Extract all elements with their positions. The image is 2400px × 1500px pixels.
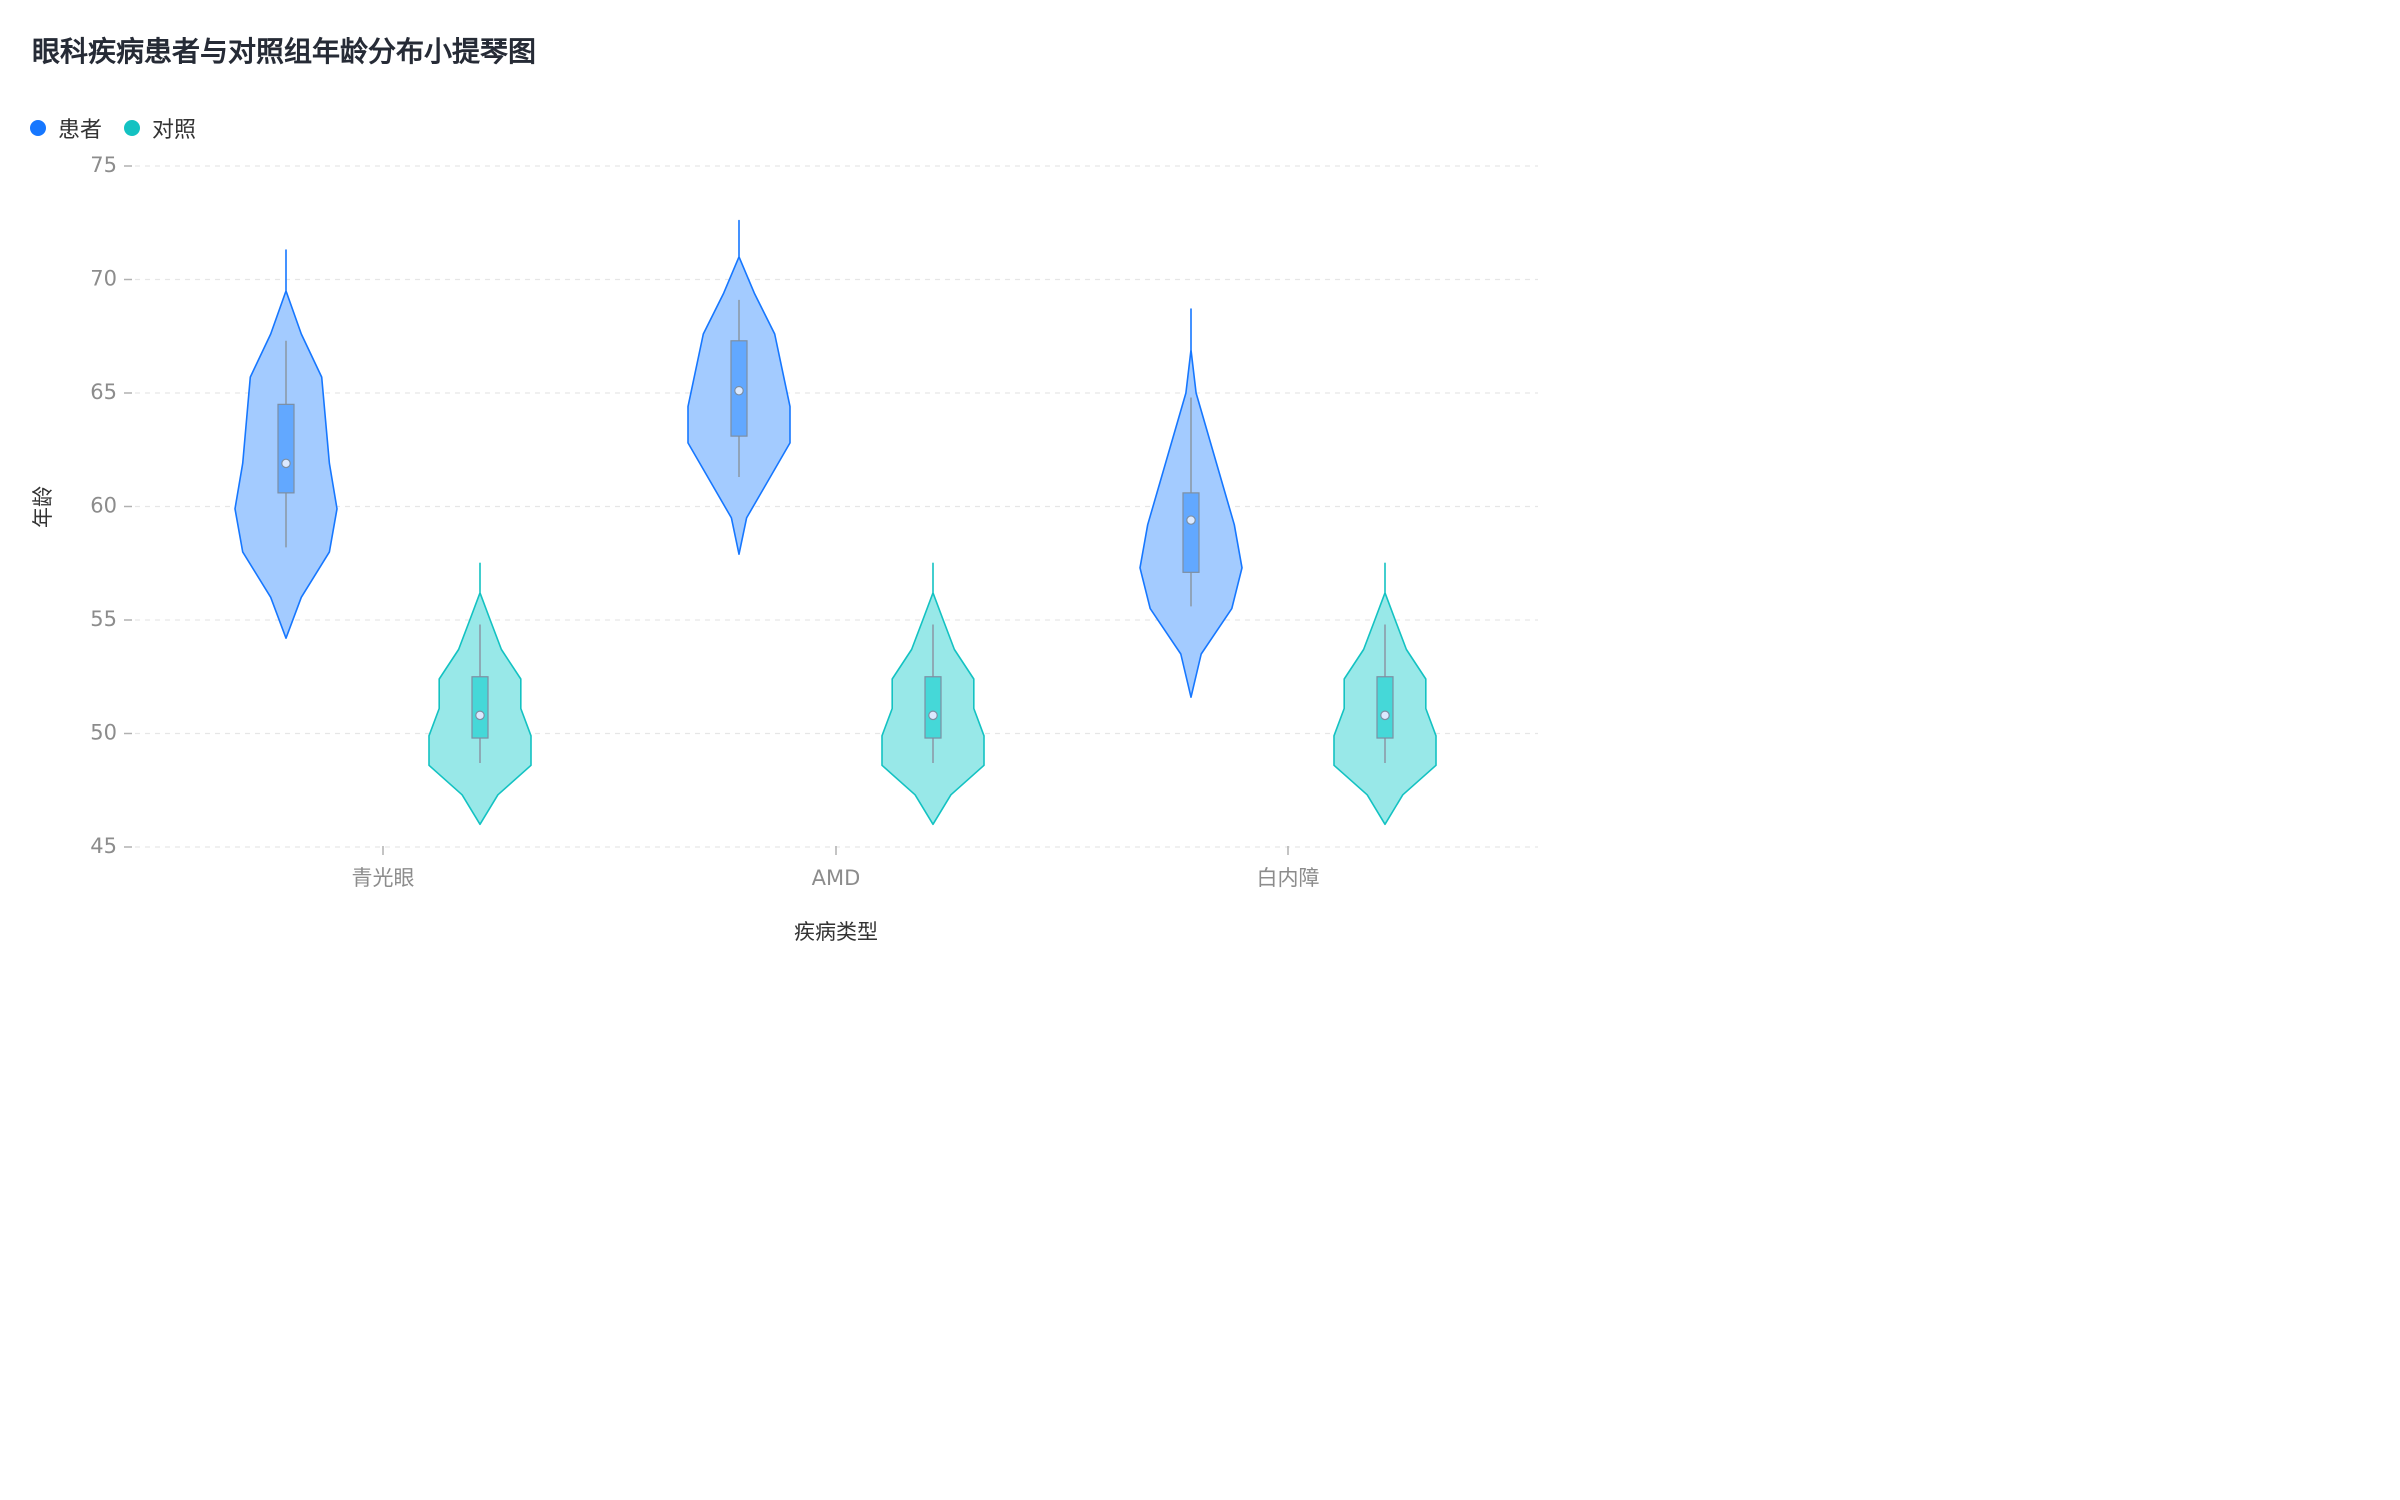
y-tick-label: 65 <box>90 380 117 404</box>
y-tick-label: 55 <box>90 607 117 631</box>
violin-control[interactable] <box>428 562 532 826</box>
y-tick-label: 50 <box>90 721 117 745</box>
mean-marker <box>734 385 744 396</box>
iqr-box <box>924 676 942 739</box>
iqr-box <box>1182 492 1200 573</box>
y-tick-label: 45 <box>90 834 117 858</box>
x-axis: 青光眼 AMD 白内障 <box>352 846 1320 890</box>
mean-marker <box>1380 710 1390 721</box>
violin-control[interactable] <box>1333 562 1437 826</box>
violin-patient[interactable] <box>234 249 338 639</box>
violin-patient[interactable] <box>687 219 791 555</box>
x-tick-label: 青光眼 <box>352 866 415 890</box>
iqr-box <box>471 676 489 739</box>
y-axis: 45 50 55 60 65 70 75 <box>90 153 132 858</box>
y-tick-label: 60 <box>90 494 117 518</box>
mean-marker <box>281 458 291 469</box>
grid-lines <box>135 165 1538 848</box>
y-tick-label: 75 <box>90 153 117 177</box>
mean-marker <box>928 710 938 721</box>
violin-control[interactable] <box>881 562 985 826</box>
iqr-box <box>277 403 295 494</box>
x-tick-label: 白内障 <box>1257 866 1320 890</box>
violin-chart: 45 50 55 60 65 70 75 青光眼 AMD 白内障 年龄 疾病类型 <box>31 153 1538 944</box>
mean-marker <box>475 710 485 721</box>
violin-patient[interactable] <box>1139 308 1243 698</box>
x-tick-label: AMD <box>812 866 861 890</box>
iqr-box <box>1376 676 1394 739</box>
mean-marker <box>1186 515 1196 525</box>
x-axis-title: 疾病类型 <box>794 920 878 944</box>
y-axis-title: 年龄 <box>31 486 55 528</box>
y-tick-label: 70 <box>90 267 117 291</box>
